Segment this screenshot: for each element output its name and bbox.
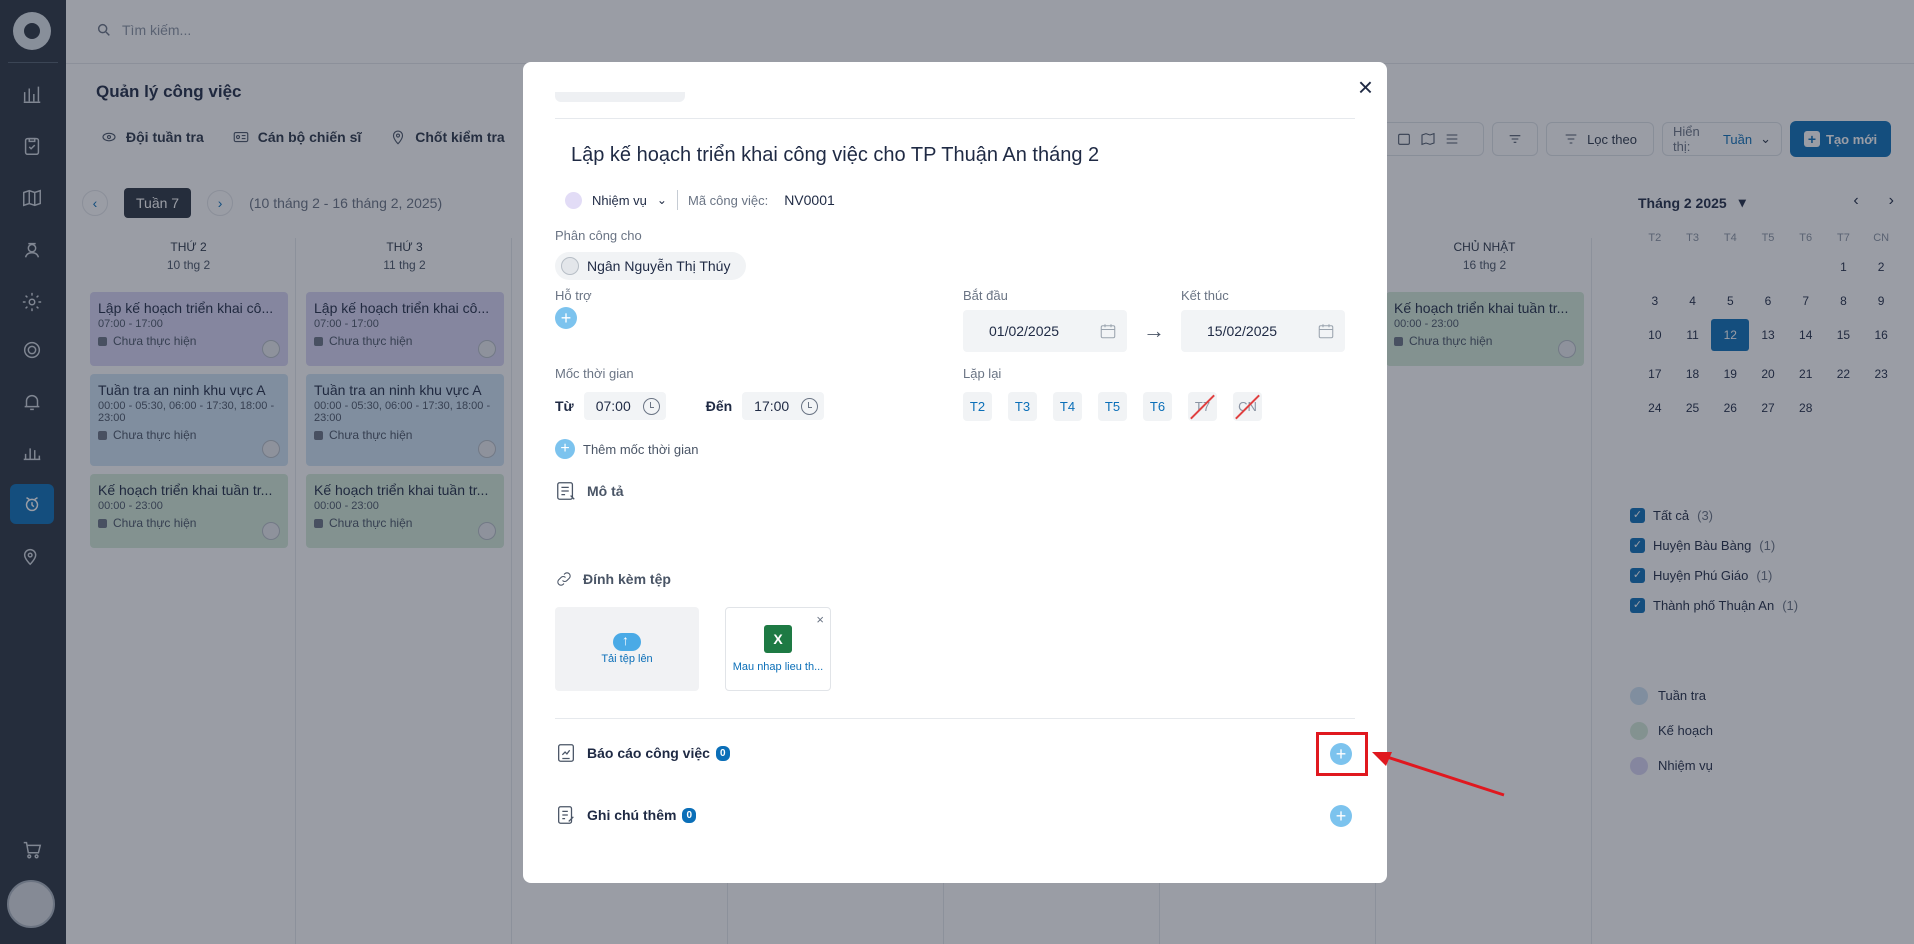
plus-icon: + [555,439,575,459]
start-date-input[interactable]: 01/02/2025 [963,310,1127,352]
to-time-value: 17:00 [754,398,790,414]
notes-section: Ghi chú thêm 0 [555,804,697,826]
repeat-day-t2[interactable]: T2 [963,392,992,421]
highlight-box [1316,732,1368,776]
start-label: Bắt đầu [963,288,1008,303]
end-date-input[interactable]: 15/02/2025 [1181,310,1345,352]
file-name: Mau nhap lieu th... [732,661,824,673]
modal-divider [555,118,1355,119]
clock-icon [642,397,660,415]
start-date-value: 01/02/2025 [989,323,1060,339]
upload-file-button[interactable]: Tải tệp lên [555,607,699,691]
to-label: Đến [705,398,733,414]
attachment-section: Đính kèm tệp [555,570,671,588]
calendar-icon [1318,324,1334,339]
arrow-right-icon: → [1143,318,1165,343]
from-time-input[interactable]: 07:00 [583,392,666,420]
end-date-value: 15/02/2025 [1207,323,1278,339]
support-label: Hỗ trợ [555,288,592,303]
upload-label: Tải tệp lên [601,653,653,665]
description-section[interactable]: Mô tả [555,480,624,502]
annotation-arrow-icon [1372,752,1505,797]
attached-file[interactable]: × X Mau nhap lieu th... [725,607,831,691]
attachment-label: Đính kèm tệp [583,571,671,587]
cloud-upload-icon [613,632,641,651]
repeat-day-cn[interactable]: CN [1233,392,1262,421]
add-note-button[interactable]: + [1330,805,1352,827]
description-label: Mô tả [587,483,624,499]
modal-divider [555,718,1355,719]
to-time-input[interactable]: 17:00 [742,392,825,420]
repeat-day-t3[interactable]: T3 [1008,392,1037,421]
repeat-label: Lặp lại [963,366,1002,381]
close-icon[interactable]: × [1358,74,1373,100]
repeat-day-t5[interactable]: T5 [1098,392,1127,421]
report-icon [558,744,574,762]
task-type-select[interactable]: Nhiệm vụ [592,193,647,208]
avatar [561,257,579,275]
task-code-value: NV0001 [784,192,835,208]
meta-separator [676,190,678,210]
assign-label: Phân công cho [555,228,642,243]
clock-icon [801,397,819,415]
chevron-down-icon[interactable]: ⌄ [657,193,667,207]
description-icon [557,482,575,500]
work-report-count: 0 [715,745,730,761]
task-type-dot [565,191,582,209]
end-label: Kết thúc [1181,288,1229,303]
note-icon [558,806,574,824]
add-time-label: Thêm mốc thời gian [583,441,699,457]
link-icon [557,572,571,586]
app-root: Tìm kiếm... Quản lý công việc Đội tuần t… [0,0,1914,944]
remove-file-icon[interactable]: × [816,612,824,627]
work-report-label: Báo cáo công việc [587,745,710,761]
from-label: Từ [555,398,574,414]
notes-label: Ghi chú thêm [587,807,677,823]
notes-count: 0 [682,807,697,823]
repeat-days: T2 T3 T4 T5 T6 T7 CN [963,392,1262,421]
milestone-label: Mốc thời gian [555,366,634,381]
repeat-day-t6[interactable]: T6 [1143,392,1172,421]
repeat-day-t7[interactable]: T7 [1188,392,1217,421]
repeat-day-t4[interactable]: T4 [1053,392,1082,421]
task-detail-modal: × Lập kế hoạch triển khai công việc cho … [523,62,1387,883]
assignee-chip[interactable]: Ngân Nguyễn Thị Thúy [555,252,747,280]
from-time-value: 07:00 [595,398,631,414]
excel-file-icon: X [764,625,792,653]
task-code-label: Mã công việc: [687,192,769,208]
assignee-name: Ngân Nguyễn Thị Thúy [587,258,731,274]
time-range-row: Từ 07:00 Đến 17:00 [555,392,825,420]
add-support-button[interactable]: + [555,307,577,329]
work-report-section: Báo cáo công việc 0 [555,742,730,764]
add-time-button[interactable]: + Thêm mốc thời gian [555,439,698,459]
task-title[interactable]: Lập kế hoạch triển khai công việc cho TP… [571,144,1099,167]
modal-scroll-stub [555,92,685,102]
task-meta-row: Nhiệm vụ ⌄ Mã công việc: NV0001 [565,190,835,210]
calendar-icon [1100,324,1116,339]
